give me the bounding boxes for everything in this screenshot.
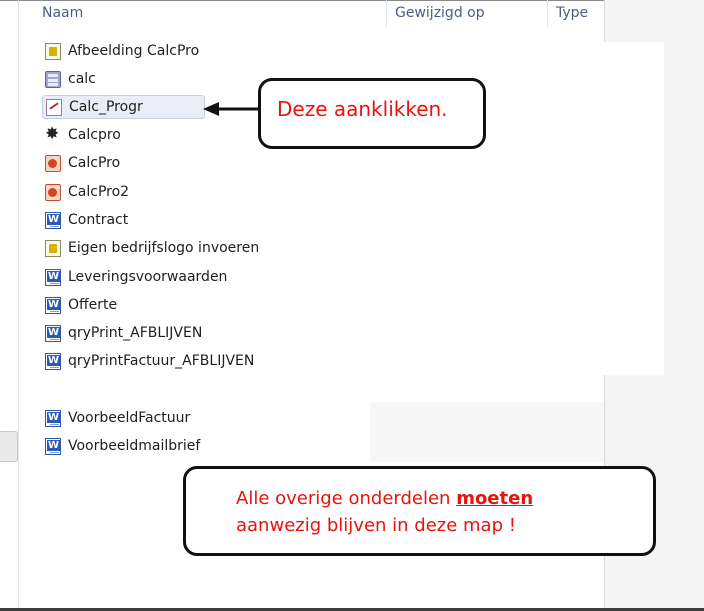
file-name: qryPrintFactuur_AFBLIJVEN [68, 353, 255, 369]
word-document-icon [45, 352, 61, 370]
file-row[interactable]: CalcPro [42, 151, 242, 175]
powerpoint-file-icon [45, 154, 61, 172]
image-file-icon [45, 42, 61, 60]
file-name: VoorbeeldFactuur [68, 410, 191, 426]
file-list-background [30, 375, 604, 402]
word-document-icon [45, 268, 61, 286]
file-name: Contract [68, 212, 129, 228]
access-database-icon [46, 98, 62, 116]
word-document-icon [45, 409, 61, 427]
file-name: Calc_Progr [69, 99, 143, 115]
keep-files-callout: Alle overige onderdelen moeten aanwezig … [183, 466, 656, 556]
calculator-file-icon [45, 70, 61, 88]
file-row-selected[interactable]: Calc_Progr [42, 95, 205, 119]
image-file-icon [45, 239, 61, 257]
file-name: qryPrint_AFBLIJVEN [68, 325, 203, 341]
navigation-pane-border [18, 0, 19, 608]
file-row[interactable]: qryPrint_AFBLIJVEN [42, 321, 282, 345]
file-name: Calcpro [68, 127, 121, 143]
file-row[interactable]: Calcpro [42, 123, 242, 147]
callout-text: Deze aanklikken. [277, 97, 448, 121]
file-name: Offerte [68, 297, 118, 313]
file-row[interactable]: qryPrintFactuur_AFBLIJVEN [42, 349, 302, 373]
column-header-name[interactable]: Naam [34, 0, 386, 28]
file-name: CalcPro2 [68, 184, 130, 200]
click-here-callout: Deze aanklikken. [258, 78, 486, 149]
file-row[interactable]: Offerte [42, 293, 242, 317]
column-header-type[interactable]: Type [548, 0, 604, 28]
word-document-icon [45, 437, 61, 455]
column-header-modified[interactable]: Gewijzigd op [387, 0, 547, 28]
navigation-pane-scroll-tab[interactable] [0, 431, 18, 462]
callout-text: aanwezig blijven in deze map ! [236, 515, 516, 536]
file-name: Leveringsvoorwaarden [68, 269, 228, 285]
file-row[interactable]: Eigen bedrijfslogo invoeren [42, 236, 282, 260]
file-name: Voorbeeldmailbrief [68, 438, 201, 454]
file-row[interactable]: Leveringsvoorwaarden [42, 265, 282, 289]
file-name: Afbeelding CalcPro [68, 43, 200, 59]
file-row[interactable]: Voorbeeldmailbrief [42, 434, 242, 458]
gear-file-icon [45, 124, 61, 144]
file-row[interactable]: CalcPro2 [42, 180, 242, 204]
file-row[interactable]: VoorbeeldFactuur [42, 406, 242, 430]
file-name: Eigen bedrijfslogo invoeren [68, 240, 260, 256]
word-document-icon [45, 324, 61, 342]
file-row[interactable]: Afbeelding CalcPro [42, 39, 242, 63]
callout-text: Alle overige onderdelen [236, 488, 457, 509]
file-row[interactable]: calc [42, 67, 242, 91]
callout-emphasis: moeten [456, 488, 534, 509]
word-document-icon [45, 211, 61, 229]
callout-arrow-icon [203, 102, 261, 116]
word-document-icon [45, 296, 61, 314]
file-name: calc [68, 71, 96, 87]
file-name: CalcPro [68, 155, 121, 171]
file-row[interactable]: Contract [42, 208, 242, 232]
powerpoint-file-icon [45, 183, 61, 201]
